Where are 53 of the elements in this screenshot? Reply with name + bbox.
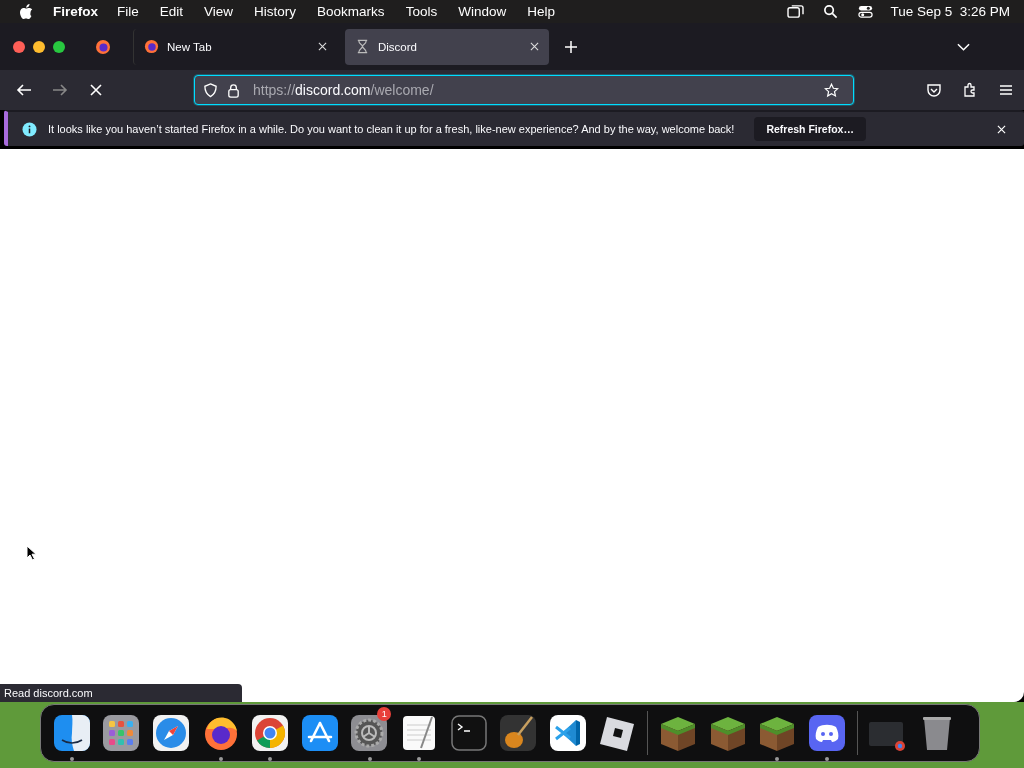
guitar-icon[interactable]: [498, 713, 539, 753]
stop-icon[interactable]: [88, 82, 104, 98]
lock-icon: [226, 82, 241, 98]
menu-item[interactable]: File: [117, 4, 139, 19]
menu-item[interactable]: Window: [458, 4, 507, 19]
pocket-icon[interactable]: [926, 82, 942, 98]
app-store-icon[interactable]: [299, 713, 340, 753]
notification-message: It looks like you haven’t started Firefox in a while. Do you want to clean it up for a fresh, like-new experience? And by the way, welcome back!: [48, 123, 735, 135]
refresh-button[interactable]: Refresh Firefox…: [754, 117, 866, 141]
forward-arrow-icon[interactable]: [52, 82, 68, 98]
zoom-window-button[interactable]: [53, 40, 65, 53]
menu-clock[interactable]: Tue Sep 5 3:26 PM: [890, 4, 1010, 19]
notification-badge: 1: [377, 707, 392, 721]
gear-icon[interactable]: [349, 713, 390, 753]
code-editor-icon[interactable]: [547, 713, 588, 753]
finder-icon[interactable]: [51, 713, 92, 753]
chevron-down-icon[interactable]: [957, 42, 970, 51]
menu-item[interactable]: Bookmarks: [317, 4, 385, 19]
close-icon[interactable]: [530, 42, 539, 51]
menu-item[interactable]: Help: [527, 4, 555, 19]
menu-item[interactable]: History: [254, 4, 297, 19]
hourglass-icon: [355, 39, 370, 54]
game-controller-icon[interactable]: [806, 713, 847, 753]
menu-item[interactable]: View: [204, 4, 234, 19]
toggles-icon[interactable]: [857, 4, 875, 19]
menu-icon[interactable]: [998, 82, 1014, 98]
screens-icon[interactable]: [787, 4, 805, 19]
minimize-window-button[interactable]: [33, 40, 45, 53]
shield-icon: [203, 82, 218, 98]
fox-globe-icon: [144, 39, 159, 54]
fox-globe-icon[interactable]: [95, 38, 111, 55]
app-grid-icon[interactable]: [101, 713, 142, 753]
terminal-icon[interactable]: [448, 713, 489, 753]
status-text: Read discord.com: [0, 684, 242, 702]
browser-tab[interactable]: New Tab: [133, 28, 337, 65]
close-window-button[interactable]: [13, 40, 25, 53]
app-menu[interactable]: Firefox: [53, 4, 98, 19]
back-arrow-icon[interactable]: [16, 82, 32, 98]
menu-item[interactable]: Edit: [159, 4, 184, 19]
info-icon: [22, 121, 37, 137]
chrome-icon[interactable]: [250, 713, 291, 753]
star-icon[interactable]: [824, 82, 839, 98]
compass-icon[interactable]: [151, 713, 191, 753]
browser-tab[interactable]: Discord: [345, 28, 549, 65]
search-icon[interactable]: [822, 4, 840, 19]
plus-icon[interactable]: [565, 40, 577, 53]
url-text: https://discord.com/welcome/: [253, 82, 434, 98]
puzzle-piece-icon[interactable]: [962, 82, 978, 98]
mouse-pointer-icon: [26, 545, 36, 561]
apple-icon[interactable]: [19, 3, 33, 20]
address-bar[interactable]: https://discord.com/welcome/: [194, 75, 854, 105]
menu-item[interactable]: Tools: [405, 4, 438, 19]
close-icon[interactable]: [318, 42, 327, 51]
